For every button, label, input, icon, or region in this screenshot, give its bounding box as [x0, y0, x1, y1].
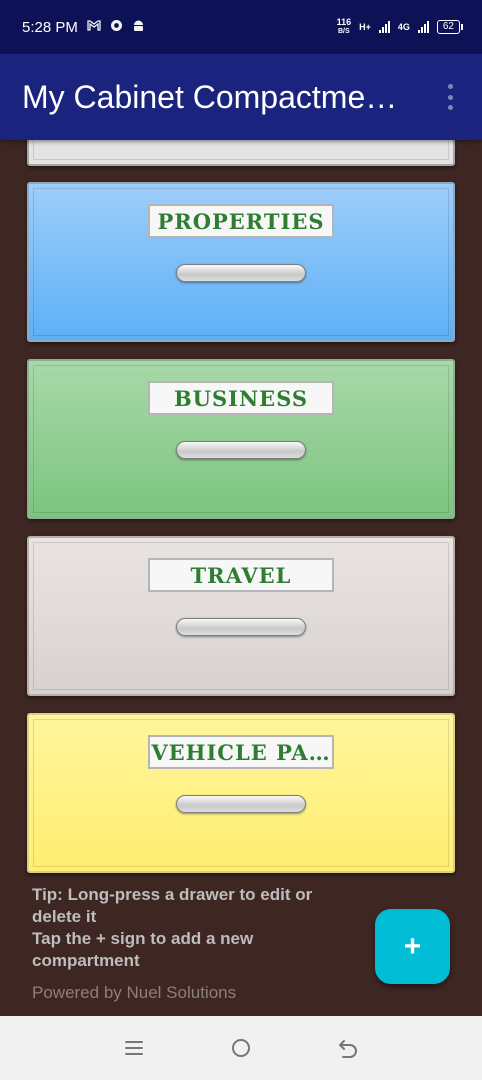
tip-line-edit: Tip: Long-press a drawer to edit or dele…: [32, 885, 313, 926]
android-icon: [132, 19, 145, 35]
app-bar: My Cabinet Compactme…: [0, 54, 482, 140]
net-speed-unit: B/S: [337, 28, 350, 35]
status-left: 5:28 PM: [22, 19, 145, 36]
add-compartment-button[interactable]: +: [375, 909, 450, 984]
drawer-label: PROPERTIES: [148, 204, 334, 238]
status-time: 5:28 PM: [22, 18, 78, 36]
home-circle-icon[interactable]: [226, 1033, 256, 1063]
drawer-vehicle-papers[interactable]: VEHICLE PA…: [27, 713, 455, 873]
drawer-label: BUSINESS: [148, 381, 334, 415]
network-type-4g: 4G: [397, 22, 410, 32]
drawer-label: TRAVEL: [148, 558, 334, 592]
battery-icon: 62: [436, 20, 464, 34]
drawer-travel[interactable]: TRAVEL: [27, 536, 455, 696]
status-right: 116 B/S H+ 4G 62: [337, 18, 464, 36]
more-vertical-icon[interactable]: [440, 82, 460, 112]
drawer-label: VEHICLE PA…: [148, 735, 334, 769]
net-speed-value: 116: [336, 17, 352, 27]
signal-icon-2: [417, 21, 429, 33]
drawer-handle: [176, 441, 306, 459]
network-type-hplus: H+: [359, 22, 371, 32]
status-bar: 5:28 PM 116 B/S H+ 4G 62: [0, 0, 482, 54]
drawer-business[interactable]: BUSINESS: [27, 359, 455, 519]
app-title: My Cabinet Compactme…: [22, 78, 398, 115]
gmail-icon: [87, 20, 101, 34]
tip-line-add: Tap the + sign to add a new compartment: [32, 929, 254, 970]
net-speed: 116 B/S: [337, 18, 352, 36]
drawer-handle: [176, 264, 306, 282]
recents-menu-icon[interactable]: [119, 1033, 149, 1063]
chrome-icon: [110, 19, 123, 35]
tip-text: Tip: Long-press a drawer to edit or dele…: [32, 884, 352, 972]
signal-icon-1: [378, 21, 390, 33]
system-nav-bar: [0, 1016, 482, 1080]
drawer-properties[interactable]: PROPERTIES: [27, 182, 455, 342]
back-arrow-icon[interactable]: [333, 1033, 363, 1063]
powered-by-text: Powered by Nuel Solutions: [32, 983, 237, 1002]
drawer-handle: [176, 795, 306, 813]
drawer-handle: [176, 618, 306, 636]
